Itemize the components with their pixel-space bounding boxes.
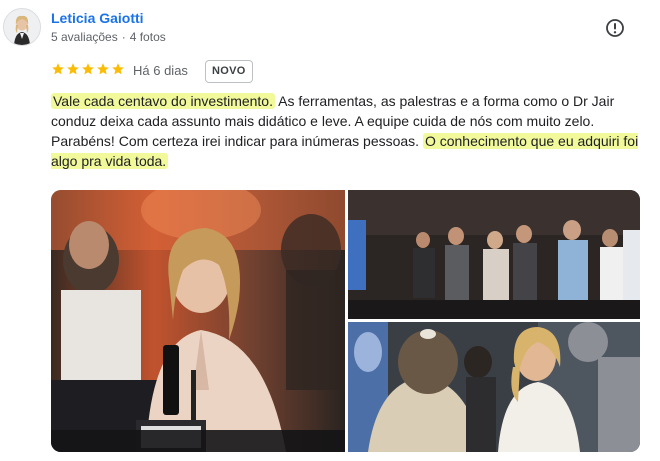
review-photo-2[interactable] [348,190,640,319]
reviewer-meta: 5 avaliações · 4 fotos [51,30,166,44]
avatar-image [4,9,40,45]
review-photos [51,190,640,452]
star-icon [67,63,79,75]
star-icon [82,63,94,75]
review-highlight-1: Vale cada centavo do investimento. [51,93,275,109]
photos-count: 4 fotos [129,30,166,44]
reviewer-name[interactable]: Leticia Gaiotti [51,10,144,26]
reviews-count: 5 avaliações [51,30,118,44]
new-badge: NOVO [205,60,253,83]
review-photo-3[interactable] [348,322,640,452]
star-icon [112,63,124,75]
review-age: Há 6 dias [133,63,188,78]
report-flag-icon[interactable] [605,18,625,38]
star-rating [51,62,125,76]
star-icon [52,63,64,75]
review-photo-1[interactable] [51,190,345,452]
meta-separator: · [121,30,126,44]
review-text: Vale cada centavo do investimento. As fe… [51,91,641,171]
reviewer-avatar[interactable] [3,8,41,46]
star-icon [97,63,109,75]
